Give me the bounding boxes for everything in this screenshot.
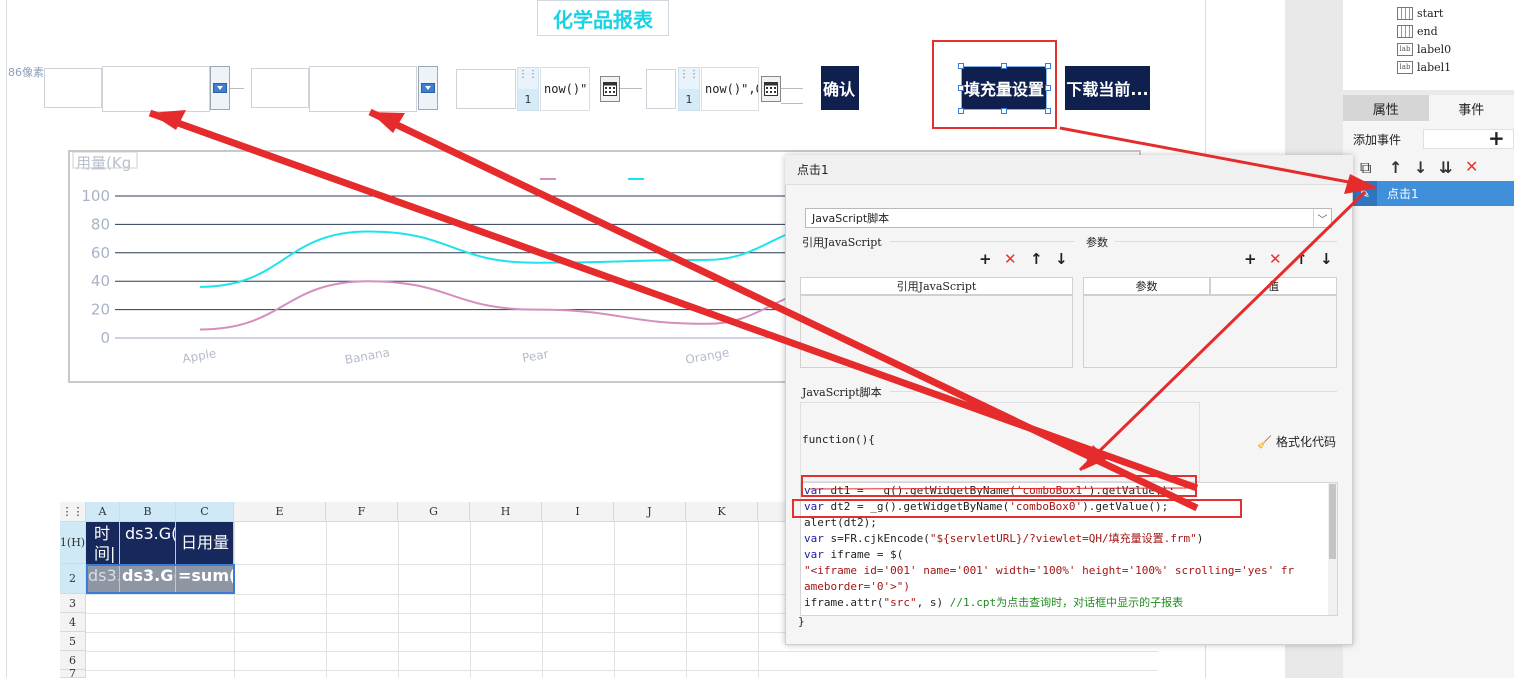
arrow-line [1060, 128, 1370, 186]
arrowhead-icon [1344, 174, 1378, 194]
annotation-arrows [0, 0, 1514, 678]
arrow-line [370, 112, 1197, 508]
arrow-line [1080, 192, 1365, 470]
arrow-line [810, 488, 1197, 489]
